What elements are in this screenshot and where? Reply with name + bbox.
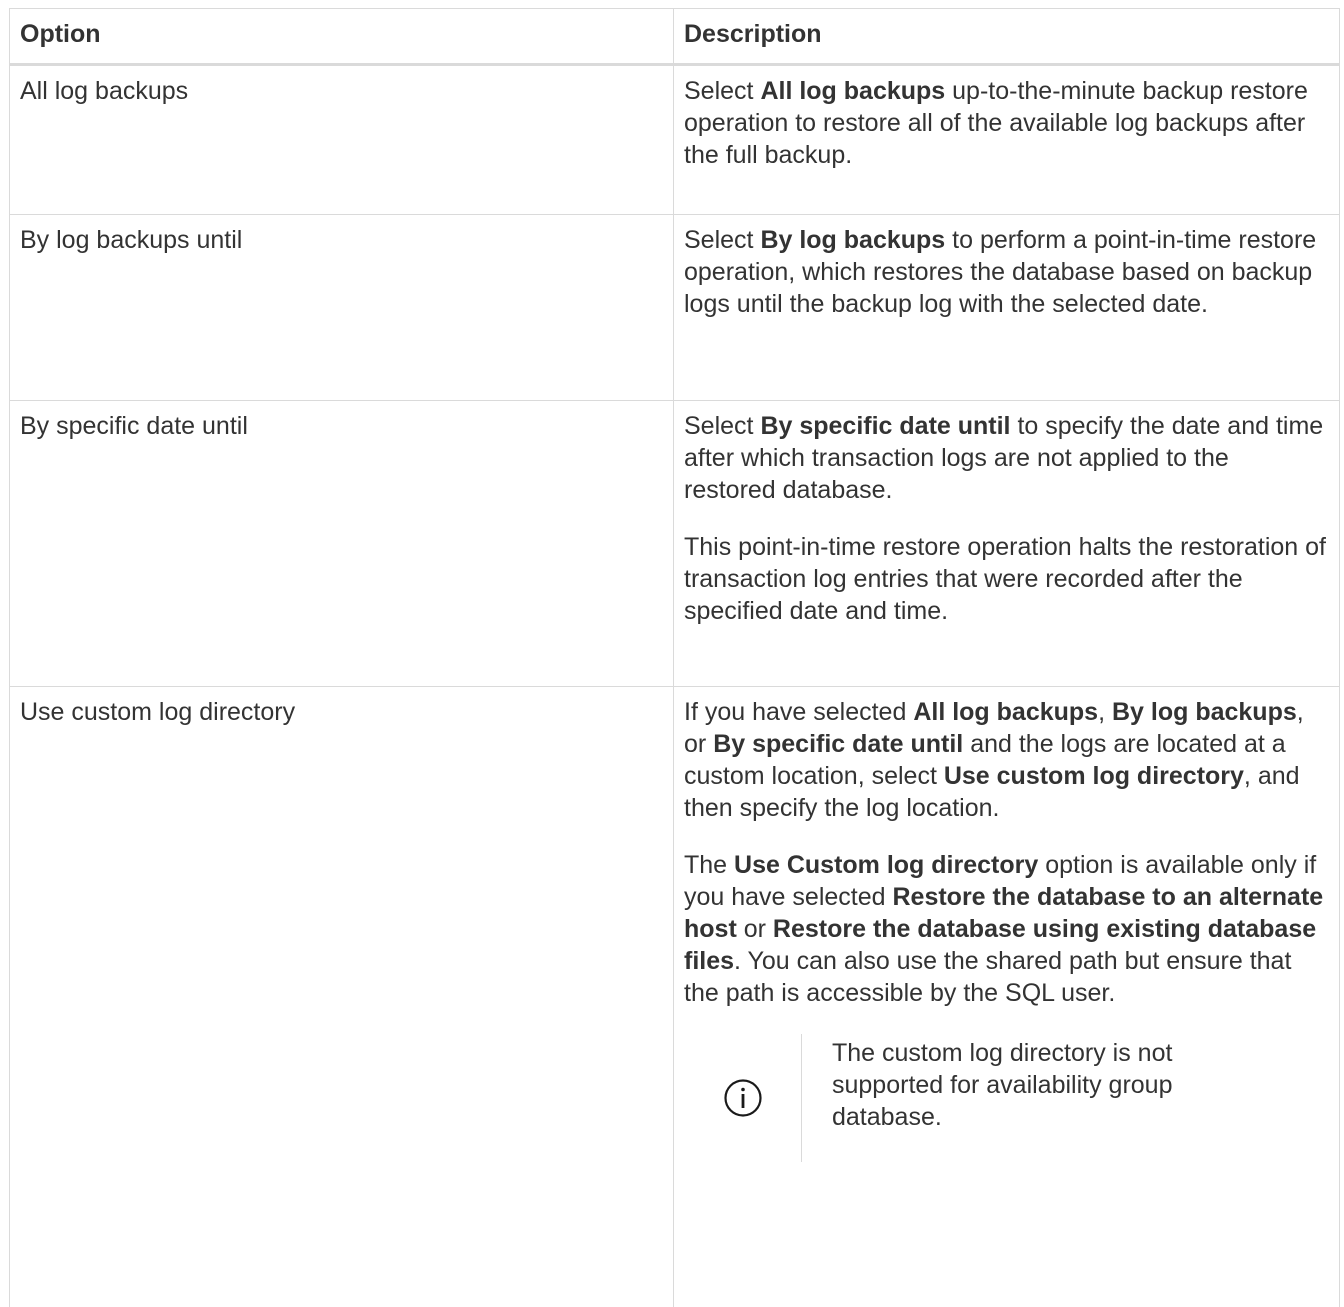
bold-term: Use Custom log directory: [734, 851, 1039, 879]
note-text: The custom log directory is not supporte…: [832, 1039, 1173, 1131]
description-cell: Select By log backups to perform a point…: [673, 214, 1340, 401]
description-cell: Select All log backups up-to-the-minute …: [673, 64, 1340, 215]
option-cell: All log backups: [9, 64, 674, 215]
option-cell: By specific date until: [9, 400, 674, 687]
bold-term: By specific date until: [760, 412, 1011, 440]
bold-term: By log backups: [1111, 698, 1297, 726]
bold-term: By log backups: [760, 226, 946, 254]
description-paragraph: If you have selected All log backups, By…: [684, 698, 1304, 822]
header-option: Option: [9, 8, 674, 66]
description-cell: Select By specific date until to specify…: [673, 400, 1340, 687]
header-description: Description: [673, 8, 1340, 66]
table-header-row: Option Description: [9, 8, 1340, 66]
description-paragraph: Select By specific date until to specify…: [684, 412, 1324, 504]
table-row: By log backups until Select By log backu…: [9, 214, 1340, 401]
bold-term: All log backups: [913, 698, 1099, 726]
option-cell: Use custom log directory: [9, 686, 674, 1307]
option-cell: By log backups until: [9, 214, 674, 401]
description-paragraph: Select By log backups to perform a point…: [684, 226, 1317, 318]
description-cell: If you have selected All log backups, By…: [673, 686, 1340, 1307]
options-table: Option Description All log backups Selec…: [9, 8, 1340, 1307]
note-icon-column: [684, 1034, 802, 1162]
description-paragraph: The Use Custom log directory option is a…: [684, 851, 1324, 1007]
bold-term: By specific date until: [713, 730, 964, 758]
bold-term: Restore the database using existing data…: [684, 915, 1317, 975]
description-paragraph: Select All log backups up-to-the-minute …: [684, 77, 1308, 169]
table-row: All log backups Select All log backups u…: [9, 64, 1340, 215]
table-row: Use custom log directory If you have sel…: [9, 686, 1340, 1307]
bold-term: All log backups: [760, 77, 946, 105]
info-note: The custom log directory is not supporte…: [684, 1034, 1327, 1162]
bold-term: Use custom log directory: [943, 762, 1244, 790]
description-paragraph: This point-in-time restore operation hal…: [684, 533, 1326, 625]
info-icon: [723, 1078, 763, 1118]
table-row: By specific date until Select By specifi…: [9, 400, 1340, 687]
